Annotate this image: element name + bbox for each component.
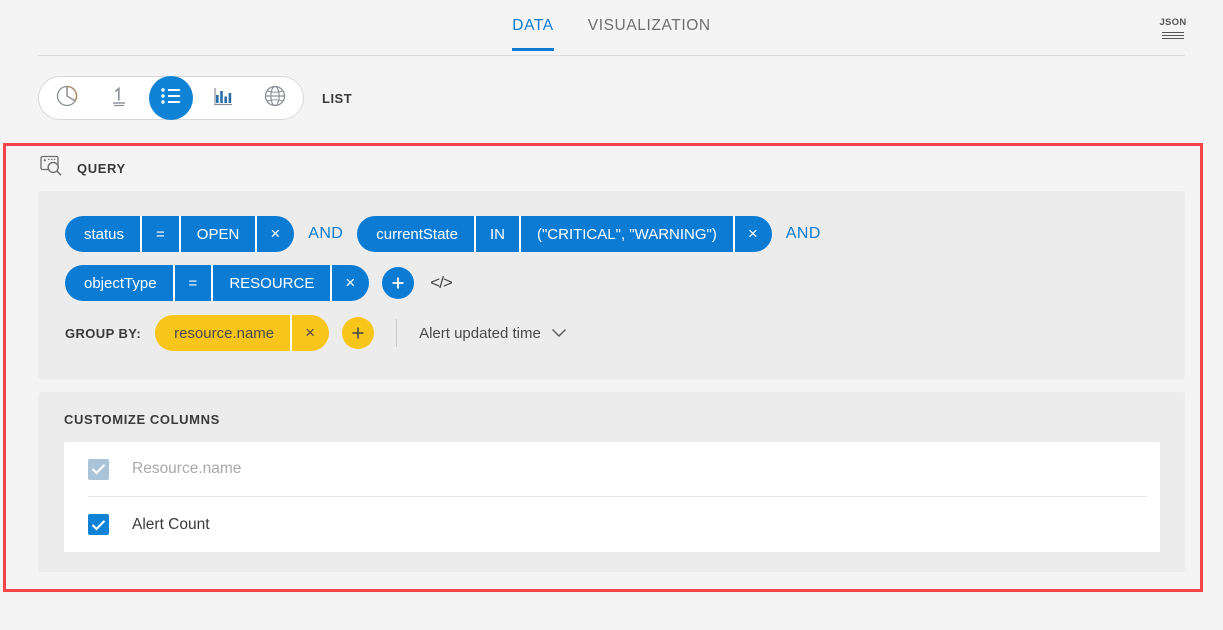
check-icon [91,463,106,475]
query-panel: status = OPEN × AND currentState IN ("CR… [38,191,1185,379]
tab-list: DATA VISUALIZATION [512,0,710,56]
page-root: DATA VISUALIZATION JSON [0,0,1223,630]
group-by-chip-resource-name[interactable]: resource.name × [155,315,329,351]
view-option-map[interactable] [249,76,301,120]
code-view-icon[interactable]: </> [430,273,452,293]
filter-chip-status[interactable]: status = OPEN × [65,216,294,252]
column-checkbox-alert-count[interactable] [88,514,109,535]
list-icon [159,84,183,113]
tab-bar: DATA VISUALIZATION [38,0,1185,56]
view-switcher-row: LIST [38,76,352,120]
customize-columns-panel: CUSTOMIZE COLUMNS Resource.name Alert Co… [38,392,1185,572]
remove-filter-icon[interactable]: × [733,216,772,252]
pie-chart-icon [54,83,80,114]
tab-data[interactable]: DATA [512,17,553,50]
filter-field[interactable]: currentState [357,216,474,252]
filter-field[interactable]: objectType [65,265,173,301]
column-row-alert-count[interactable]: Alert Count [64,497,1160,552]
remove-filter-icon[interactable]: × [255,216,294,252]
plus-icon [350,325,366,341]
add-filter-button[interactable] [382,267,414,299]
remove-group-by-icon[interactable]: × [290,315,329,351]
time-range-value: Alert updated time [419,325,541,342]
plus-icon [390,275,406,291]
filter-value[interactable]: RESOURCE [211,265,330,301]
column-label: Alert Count [132,516,210,534]
group-by-value[interactable]: resource.name [155,315,290,351]
customize-columns-title: CUSTOMIZE COLUMNS [64,412,220,427]
filter-chip-currentstate[interactable]: currentState IN ("CRITICAL", "WARNING") … [357,216,772,252]
filter-conjunction: AND [786,225,821,243]
query-section-header: QUERY [40,155,126,182]
filter-field[interactable]: status [65,216,140,252]
current-view-label: LIST [322,91,352,106]
filter-value[interactable]: OPEN [179,216,256,252]
json-view-button[interactable]: JSON [1156,11,1190,45]
time-range-dropdown[interactable]: Alert updated time [419,325,567,342]
tab-visualization[interactable]: VISUALIZATION [588,17,711,50]
filter-operator[interactable]: = [140,216,179,252]
group-by-label: GROUP BY: [65,326,141,341]
divider [396,319,397,347]
group-by-row: GROUP BY: resource.name × Alert updated … [65,315,567,351]
check-icon [91,519,106,531]
number-one-icon [106,83,132,114]
customize-columns-list: Resource.name Alert Count [64,442,1160,552]
view-option-single-value[interactable] [93,76,145,120]
view-option-pie-chart[interactable] [41,76,93,120]
query-section-label: QUERY [77,161,126,176]
query-search-icon [40,155,64,182]
column-checkbox-resource-name [88,459,109,480]
json-icon [1162,30,1184,39]
filter-operator[interactable]: = [173,265,212,301]
chevron-down-icon [551,325,567,342]
globe-icon [262,83,288,114]
filter-value[interactable]: ("CRITICAL", "WARNING") [519,216,733,252]
filter-row: status = OPEN × AND currentState IN ("CR… [65,216,835,252]
remove-filter-icon[interactable]: × [330,265,369,301]
filter-operator[interactable]: IN [474,216,519,252]
column-label: Resource.name [132,460,241,478]
json-label: JSON [1159,18,1186,28]
column-row-resource-name[interactable]: Resource.name [88,442,1147,497]
view-option-list[interactable] [149,76,193,120]
bar-chart-icon [210,83,236,114]
filter-row: objectType = RESOURCE × </> [65,265,452,301]
filter-chip-objecttype[interactable]: objectType = RESOURCE × [65,265,369,301]
view-switcher [38,76,304,120]
view-option-bar-chart[interactable] [197,76,249,120]
add-group-by-button[interactable] [342,317,374,349]
filter-conjunction: AND [308,225,343,243]
